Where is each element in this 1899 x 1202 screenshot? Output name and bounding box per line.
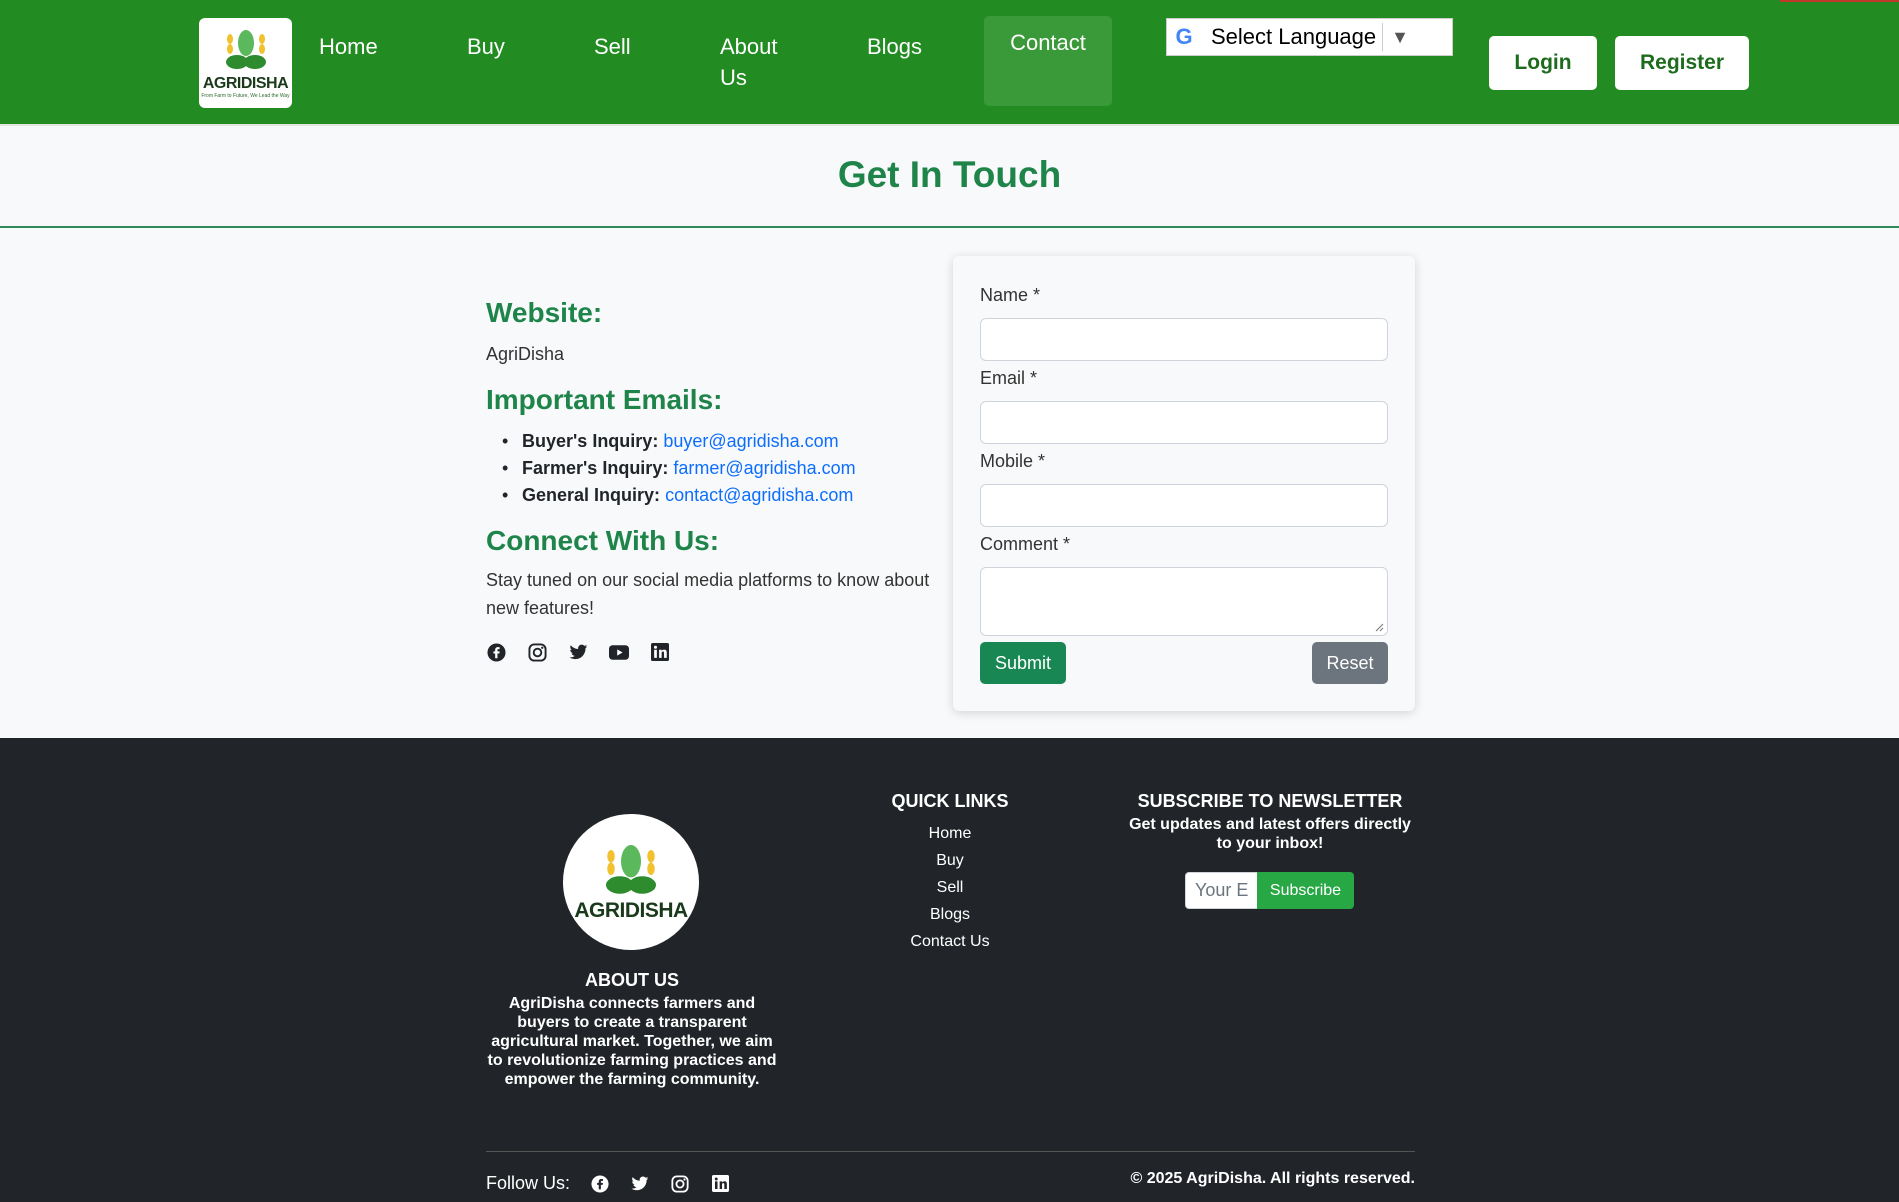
newsletter-email-input[interactable]: Your E — [1185, 872, 1258, 909]
language-separator — [1382, 23, 1384, 51]
website-heading: Website: — [486, 297, 603, 328]
youtube-icon[interactable] — [609, 642, 629, 662]
email-label: General Inquiry: — [522, 485, 661, 505]
logo-tagline: From Farm to Future, We Lead the Way — [201, 93, 290, 99]
list-item: Buyer's Inquiry: buyer@agridisha.com — [486, 428, 856, 455]
footer-logo: AGRIDISHA — [563, 814, 699, 950]
quick-link-home[interactable]: Home — [830, 820, 1070, 847]
footer-logo-text: AGRIDISHA — [574, 899, 688, 922]
login-button[interactable]: Login — [1489, 36, 1597, 90]
reset-button[interactable]: Reset — [1312, 642, 1388, 684]
email-link-contact[interactable]: contact@agridisha.com — [665, 485, 853, 505]
footer-follow: Follow Us: — [486, 1173, 730, 1194]
dropdown-arrow-icon: ▼ — [1391, 26, 1409, 47]
list-item: Farmer's Inquiry: farmer@agridisha.com — [486, 455, 856, 482]
instagram-icon[interactable] — [670, 1174, 690, 1194]
connect-heading: Connect With Us: — [486, 525, 720, 556]
quick-link-sell[interactable]: Sell — [830, 874, 1070, 901]
email-label: Buyer's Inquiry: — [522, 431, 659, 451]
resize-handle-icon[interactable] — [1375, 623, 1384, 632]
newsletter-text: Get updates and latest offers directly t… — [1129, 816, 1411, 852]
quick-links-heading: QUICK LINKS — [891, 791, 1009, 811]
language-select-label: Select Language — [1211, 24, 1377, 49]
nav-blogs[interactable]: Blogs — [867, 31, 922, 62]
mobile-field[interactable] — [980, 484, 1388, 527]
top-accent-line — [1780, 0, 1899, 2]
facebook-icon[interactable] — [590, 1174, 610, 1194]
facebook-icon[interactable] — [486, 642, 506, 662]
email-list: Buyer's Inquiry: buyer@agridisha.com Far… — [486, 428, 856, 509]
logo-text: AGRIDISHA — [202, 75, 289, 92]
website-value: AgriDisha — [486, 344, 565, 364]
nav-sell[interactable]: Sell — [594, 31, 631, 62]
contact-form: Name * Email * Mobile * Comment * Submit… — [953, 256, 1415, 711]
email-link-buyer[interactable]: buyer@agridisha.com — [663, 431, 838, 451]
twitter-icon[interactable] — [630, 1174, 650, 1194]
nav-contact[interactable]: Contact — [984, 16, 1112, 106]
email-link-farmer[interactable]: farmer@agridisha.com — [673, 458, 855, 478]
instagram-icon[interactable] — [527, 642, 547, 662]
wheat-leaf-logo-icon — [225, 30, 266, 69]
mobile-label: Mobile * — [980, 451, 1046, 471]
quick-links-list: Home Buy Sell Blogs Contact Us — [830, 820, 1070, 955]
quick-link-blogs[interactable]: Blogs — [830, 901, 1070, 928]
connect-text: Stay tuned on our social media platforms… — [486, 570, 930, 618]
title-divider — [0, 226, 1899, 228]
linkedin-icon[interactable] — [710, 1174, 730, 1194]
emails-heading: Important Emails: — [486, 384, 723, 415]
language-select[interactable]: G Select Language ▼ — [1166, 18, 1453, 56]
email-label: Farmer's Inquiry: — [522, 458, 669, 478]
register-button[interactable]: Register — [1615, 36, 1749, 90]
site-footer: AGRIDISHA ABOUT US AgriDisha connects fa… — [0, 738, 1899, 1202]
quick-link-contact-us[interactable]: Contact Us — [830, 928, 1070, 955]
name-field[interactable] — [980, 318, 1388, 361]
linkedin-icon[interactable] — [650, 642, 670, 662]
social-links — [486, 642, 670, 662]
newsletter-heading: SUBSCRIBE TO NEWSLETTER — [1137, 791, 1403, 811]
list-item: General Inquiry: contact@agridisha.com — [486, 482, 856, 509]
comment-label: Comment * — [980, 534, 1071, 554]
about-text: AgriDisha connects farmers and buyers to… — [487, 995, 777, 1088]
top-navbar: AGRIDISHA From Farm to Future, We Lead t… — [0, 0, 1899, 126]
page-title: Get In Touch — [837, 154, 1062, 195]
submit-button[interactable]: Submit — [980, 642, 1066, 684]
quick-link-buy[interactable]: Buy — [830, 847, 1070, 874]
nav-about-us[interactable]: About Us — [720, 31, 790, 93]
about-heading: ABOUT US — [585, 970, 679, 990]
footer-divider — [486, 1151, 1415, 1152]
google-icon: G — [1175, 24, 1193, 49]
copyright-text: © 2025 AgriDisha. All rights reserved. — [1130, 1170, 1416, 1187]
nav-buy[interactable]: Buy — [467, 31, 505, 62]
email-field[interactable] — [980, 401, 1388, 444]
nav-home[interactable]: Home — [319, 31, 378, 62]
follow-label: Follow Us: — [486, 1173, 571, 1193]
comment-textarea[interactable] — [980, 567, 1388, 636]
wheat-leaf-logo-icon — [606, 845, 656, 894]
email-label: Email * — [980, 368, 1038, 388]
subscribe-button[interactable]: Subscribe — [1257, 872, 1354, 909]
name-label: Name * — [980, 285, 1041, 305]
header-logo[interactable]: AGRIDISHA From Farm to Future, We Lead t… — [199, 18, 292, 108]
twitter-icon[interactable] — [568, 642, 588, 662]
